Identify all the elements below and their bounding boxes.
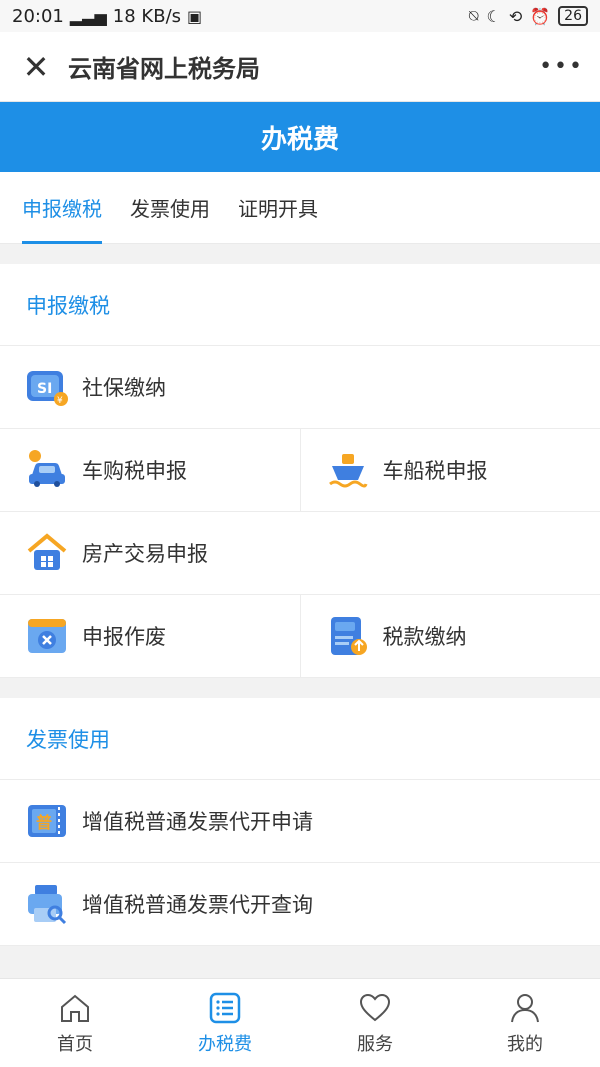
svg-text:SI: SI	[37, 381, 52, 397]
item-social-security[interactable]: SI ¥ 社保缴纳	[0, 346, 600, 428]
svg-text:普: 普	[36, 813, 52, 832]
nav-mine[interactable]: 我的	[450, 979, 600, 1067]
page-header: 办税费	[0, 102, 600, 172]
tab-label: 证明开具	[238, 197, 318, 221]
list-icon	[209, 992, 241, 1024]
section-declare-pay: 申报缴税 SI ¥ 社保缴纳 车购税申报 车船税申报 房产交易申报 申报作废 税…	[0, 264, 600, 678]
tab-label: 发票使用	[130, 197, 210, 221]
status-bar: 20:01 ▂▃▅ 18 KB/s ▣ ⍉ ☾ ⟲ ⏰ 26	[0, 0, 600, 32]
tax-payment-icon	[325, 613, 371, 659]
app-title: 云南省网上税务局	[68, 55, 260, 83]
item-label: 税款缴纳	[382, 625, 467, 649]
item-tax-payment[interactable]: 税款缴纳	[299, 595, 600, 677]
nav-label: 办税费	[198, 1034, 252, 1055]
section-title: 申报缴税	[0, 264, 600, 346]
moon-icon: ☾	[486, 6, 501, 26]
home-icon	[61, 994, 89, 1022]
network-speed: 18 KB/s	[112, 5, 182, 27]
item-property-transaction[interactable]: 房产交易申报	[0, 512, 600, 594]
item-label: 社保缴纳	[82, 376, 166, 400]
user-icon	[511, 994, 539, 1023]
tab-invoice-use[interactable]: 发票使用	[130, 172, 210, 244]
tab-bar: 申报缴税 发票使用 证明开具	[0, 172, 600, 244]
app-bar: ✕ 云南省网上税务局 •••	[0, 32, 600, 102]
nav-tax-services[interactable]: 办税费	[150, 979, 300, 1067]
more-icon[interactable]: •••	[539, 54, 584, 79]
nav-home[interactable]: 首页	[0, 979, 150, 1067]
item-label: 申报作废	[82, 625, 166, 649]
nav-services[interactable]: 服务	[300, 979, 450, 1067]
void-icon	[24, 613, 70, 659]
content-area[interactable]: 申报缴税 SI ¥ 社保缴纳 车购税申报 车船税申报 房产交易申报 申报作废 税…	[0, 244, 600, 978]
section-invoice-use: 发票使用 普 增值税普通发票代开申请 增值税普通发票代开查询	[0, 698, 600, 946]
status-time: 20:01	[12, 5, 64, 27]
tab-certificate[interactable]: 证明开具	[238, 172, 318, 244]
alarm-icon: ⏰	[530, 6, 551, 26]
section-title: 发票使用	[0, 698, 600, 780]
mute-icon: ⍉	[468, 6, 479, 25]
car-icon	[24, 447, 70, 493]
ship-icon	[325, 447, 371, 493]
heart-icon	[359, 993, 391, 1022]
item-vehicle-purchase-tax[interactable]: 车购税申报	[0, 429, 300, 511]
nav-label: 服务	[357, 1034, 393, 1055]
lock-rotation-icon: ⟲	[508, 6, 523, 26]
item-invoice-query[interactable]: 增值税普通发票代开查询	[0, 863, 600, 945]
invoice-query-icon	[24, 881, 70, 927]
hd-icon: ▣	[187, 6, 203, 26]
battery-indicator: 26	[558, 6, 588, 26]
item-label: 车船税申报	[382, 459, 488, 483]
item-label: 房产交易申报	[82, 542, 208, 566]
page-title: 办税费	[260, 124, 339, 155]
close-icon[interactable]: ✕	[16, 51, 56, 83]
svg-text:¥: ¥	[57, 396, 63, 406]
item-invoice-apply[interactable]: 普 增值税普通发票代开申请	[0, 780, 600, 862]
tab-label: 申报缴税	[22, 197, 102, 221]
tab-declare-pay[interactable]: 申报缴税	[22, 172, 102, 244]
nav-label: 我的	[507, 1034, 543, 1055]
house-icon	[24, 530, 70, 576]
item-declaration-void[interactable]: 申报作废	[0, 595, 300, 677]
item-vessel-tax[interactable]: 车船税申报	[299, 429, 600, 511]
invoice-apply-icon: 普	[24, 798, 70, 844]
nav-label: 首页	[57, 1034, 93, 1055]
item-label: 增值税普通发票代开申请	[82, 810, 313, 834]
bottom-nav: 首页 办税费 服务 我的	[0, 978, 600, 1067]
item-label: 增值税普通发票代开查询	[82, 893, 313, 917]
item-label: 车购税申报	[82, 459, 187, 483]
social-security-icon: SI ¥	[24, 364, 70, 410]
signal-icon: ▂▃▅	[69, 6, 107, 26]
